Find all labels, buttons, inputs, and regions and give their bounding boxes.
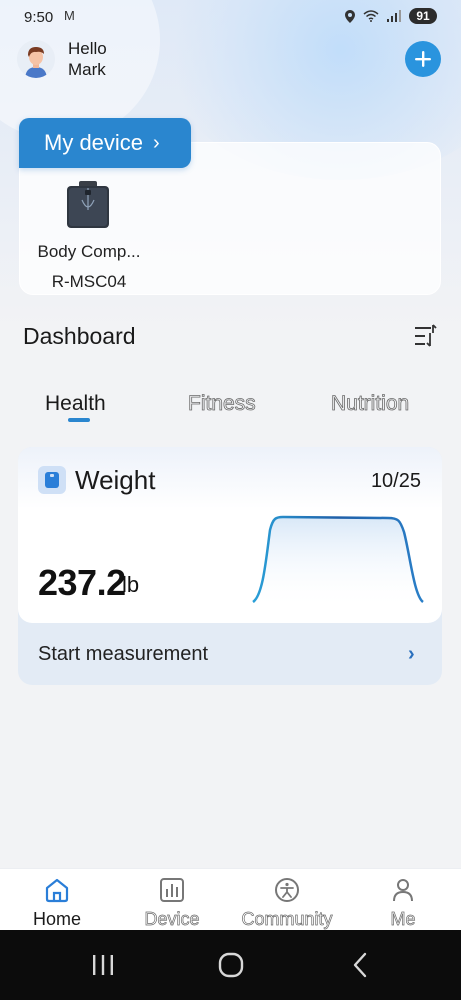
start-measurement-button[interactable]: Start measurement — [38, 643, 208, 666]
recent-apps-icon[interactable] — [88, 950, 118, 980]
tab-fitness[interactable]: Fitness — [188, 392, 256, 416]
back-icon[interactable] — [346, 950, 376, 980]
home-button-icon[interactable] — [216, 950, 246, 980]
tab-nutrition[interactable]: Nutrition — [331, 392, 410, 416]
wifi-icon — [363, 10, 379, 22]
greeting: Hello Mark — [68, 38, 107, 80]
dashboard-title: Dashboard — [23, 323, 136, 349]
nav-community[interactable]: Community — [237, 869, 337, 931]
weight-title: Weight — [75, 465, 156, 495]
chevron-right-icon[interactable]: › — [408, 643, 415, 666]
greeting-hello: Hello — [68, 39, 107, 58]
nav-home[interactable]: Home — [7, 869, 107, 931]
weight-date: 10/25 — [370, 470, 421, 492]
scale-device-icon[interactable] — [64, 180, 112, 230]
weight-value: 237.2 — [38, 562, 126, 603]
tab-active-indicator — [68, 418, 90, 422]
nav-community-label: Community — [241, 909, 333, 930]
nav-home-label: Home — [32, 909, 81, 929]
my-device-label: My device — [44, 130, 144, 155]
person-icon — [393, 879, 413, 902]
greeting-user-name: Mark — [68, 60, 106, 79]
avatar-illustration — [17, 40, 55, 78]
weight-scale-icon — [38, 466, 66, 494]
home-icon — [45, 878, 69, 903]
device-model: R-MSC04 — [51, 272, 127, 291]
avatar[interactable] — [17, 40, 55, 78]
my-device-button[interactable]: My device › — [19, 118, 191, 168]
system-navigation-bar — [0, 930, 461, 1000]
battery-level: 91 — [409, 8, 437, 24]
status-bar: 9:50 M 91 — [0, 0, 461, 36]
location-icon — [345, 9, 355, 23]
nav-device[interactable]: Device — [122, 869, 222, 931]
add-button[interactable] — [405, 41, 441, 77]
mail-notification-icon: M — [64, 8, 75, 23]
nav-device-label: Device — [144, 909, 200, 930]
status-time: 9:50 — [24, 9, 54, 26]
plus-icon — [415, 51, 431, 67]
weight-unit: lb — [122, 572, 140, 597]
status-indicators: 91 — [345, 8, 437, 24]
weight-trend-chart — [252, 515, 424, 610]
tab-health[interactable]: Health — [45, 392, 106, 416]
chevron-right-icon: › — [153, 131, 160, 154]
bar-chart-icon — [160, 878, 184, 902]
sort-icon[interactable] — [413, 324, 439, 348]
bottom-navigation: Home Device Community Me — [0, 868, 461, 930]
device-name[interactable]: Body Comp... — [19, 242, 159, 262]
signal-icon — [387, 10, 401, 22]
nav-me[interactable]: Me — [353, 869, 453, 931]
nav-me-label: Me — [390, 909, 416, 930]
community-icon — [275, 878, 299, 902]
